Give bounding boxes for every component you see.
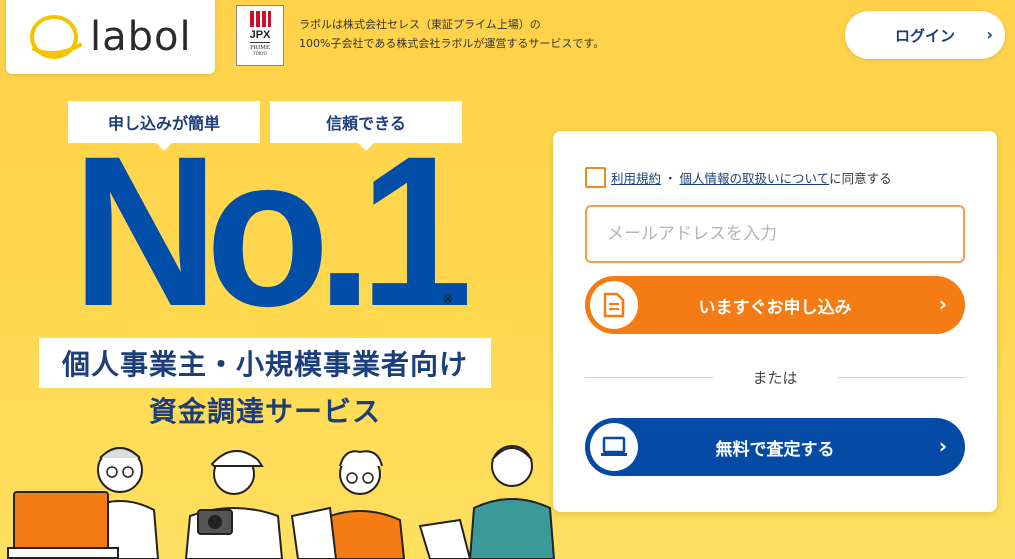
person-illustration-2 <box>184 450 284 559</box>
people-illustration <box>7 445 556 559</box>
jpx-text: JPX <box>249 29 271 41</box>
application-form-card: 利用規約 ・ 個人情報の取扱いについて に同意する いますぐお申し込み › また… <box>553 131 997 512</box>
person-illustration-1 <box>7 447 160 559</box>
document-icon <box>590 281 638 329</box>
jpx-tokyo-text: TOKYO <box>253 51 267 56</box>
jpx-prime-badge: JPX PRIME TOKYO <box>236 5 284 66</box>
hero-headline: No.1 <box>72 112 473 351</box>
person-illustration-4 <box>418 445 556 559</box>
person-illustration-3 <box>290 450 406 559</box>
or-text: または <box>752 368 798 387</box>
apply-now-button[interactable]: いますぐお申し込み › <box>585 276 965 334</box>
jpx-prime-text: PRIME <box>250 42 270 51</box>
login-label: ログイン <box>894 26 955 45</box>
divider-line <box>837 376 966 378</box>
operator-note-line1: ラボルは株式会社セレス（東証プライム上場）の <box>299 18 541 31</box>
privacy-link[interactable]: 個人情報の取扱いについて <box>680 168 830 187</box>
footnote-mark: ※ <box>442 292 454 308</box>
terms-separator: ・ <box>664 171 677 186</box>
terms-agreement: 利用規約 ・ 個人情報の取扱いについて に同意する <box>585 167 892 188</box>
terms-link[interactable]: 利用規約 <box>611 168 661 187</box>
logo-ring-icon <box>30 15 82 59</box>
logo-text: labol <box>90 14 192 60</box>
logo[interactable]: labol <box>6 0 215 74</box>
hero-tagline-service: 資金調達サービス <box>148 395 381 428</box>
free-assessment-button[interactable]: 無料で査定する › <box>585 418 965 476</box>
or-divider: または <box>585 367 966 387</box>
agree-checkbox[interactable] <box>585 167 606 188</box>
apply-now-label: いますぐお申し込み <box>698 297 852 318</box>
laptop-icon <box>590 423 638 471</box>
free-assessment-label: 無料で査定する <box>715 439 835 460</box>
operator-note-line2: 100%子会社である株式会社ラボルが運営するサービスです。 <box>299 37 605 50</box>
jpx-mark-icon <box>250 11 271 27</box>
login-button[interactable]: ログイン › <box>845 11 1005 59</box>
chevron-right-icon: › <box>938 292 947 316</box>
chevron-right-icon: › <box>986 25 993 44</box>
hero-tagline-target: 個人事業主・小規模事業者向け <box>39 338 491 388</box>
agree-suffix: に同意する <box>829 171 892 186</box>
operator-note: ラボルは株式会社セレス（東証プライム上場）の 100%子会社である株式会社ラボル… <box>299 15 659 53</box>
email-input[interactable] <box>585 205 965 263</box>
chevron-right-icon: › <box>938 434 947 458</box>
divider-line <box>585 376 713 378</box>
